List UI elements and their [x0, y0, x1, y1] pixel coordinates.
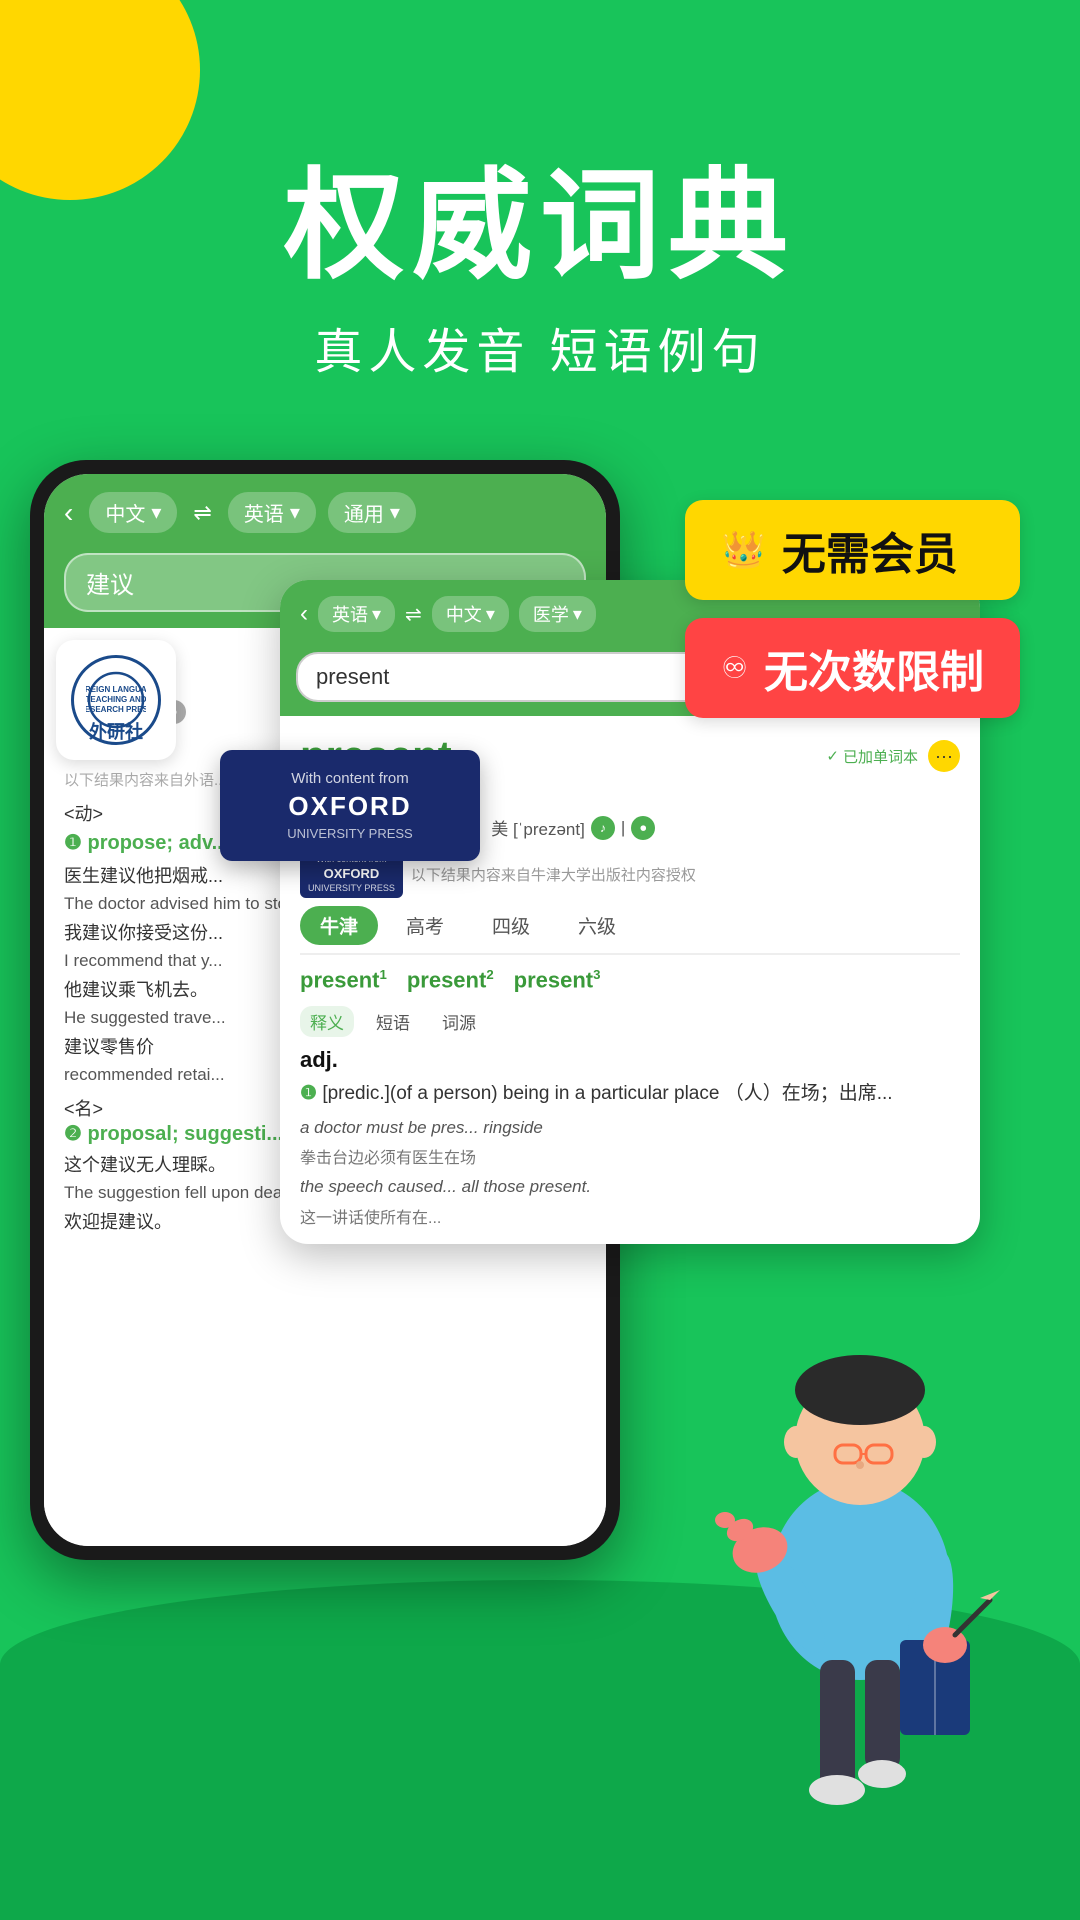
card-sub-tabs: 释义 短语 词源	[300, 1006, 960, 1037]
character-svg	[660, 1260, 1060, 1860]
hero-title: 权威词典	[0, 160, 1080, 292]
badge-no-member-text: 无需会员	[782, 518, 958, 582]
oxford-card-line1: With content from	[244, 770, 456, 787]
tab-cet4[interactable]: 四级	[472, 906, 550, 945]
card-examples: a doctor must be pres... ringside 拳击台边必须…	[300, 1115, 960, 1228]
nav-switch-icon-2[interactable]: ⇌	[405, 602, 422, 627]
meaning-1[interactable]: present1	[300, 967, 387, 993]
nav-chinese-1[interactable]: 中文 ▾	[89, 492, 177, 533]
svg-text:TEACHING AND: TEACHING AND	[86, 695, 146, 704]
sub-tab-phrase[interactable]: 短语	[366, 1006, 420, 1037]
badges-container: 👑 无需会员 ♾ 无次数限制	[685, 500, 1020, 718]
character-illustration	[660, 1260, 1060, 1860]
example-cn-1: 拳击台边必须有医生在场	[300, 1144, 960, 1168]
hero-section: 权威词典 真人发音 短语例句	[0, 160, 1080, 382]
nav-chinese-2[interactable]: 中文 ▾	[432, 596, 509, 632]
card-tabs: 牛津 高考 四级 六级	[300, 906, 960, 955]
card-pos: adj.	[300, 1047, 960, 1073]
nav-medical-2[interactable]: 医学 ▾	[519, 596, 596, 632]
nav-english-1[interactable]: 英语 ▾	[228, 492, 316, 533]
nav-mode-1[interactable]: 通用 ▾	[328, 492, 416, 533]
wgy-logo: FOREIGN LANGUAGE TEACHING AND RESEARCH P…	[56, 640, 176, 760]
example-en-2: the speech caused... all those present.	[300, 1174, 960, 1200]
oxford-note: 以下结果内容来自牛津大学出版社内容授权	[411, 864, 696, 885]
card-meanings: present1 present2 present3	[300, 967, 960, 993]
sub-tab-etymology[interactable]: 词源	[432, 1006, 486, 1037]
meaning-2[interactable]: present2	[407, 967, 494, 993]
tab-cet6[interactable]: 六级	[558, 906, 636, 945]
infinity-icon: ♾	[721, 651, 748, 686]
nav-english-2[interactable]: 英语 ▾	[318, 596, 395, 632]
crown-icon: 👑	[721, 529, 766, 571]
tab-gaokao[interactable]: 高考	[386, 906, 464, 945]
us-record-icon[interactable]: ⏺	[631, 816, 655, 840]
wgy-text: 外研社	[89, 718, 143, 744]
phone-nav-1: ‹ 中文 ▾ ⇌ 英语 ▾ 通用 ▾	[44, 474, 606, 545]
wgy-logo-inner: FOREIGN LANGUAGE TEACHING AND RESEARCH P…	[71, 655, 161, 745]
back-icon-2[interactable]: ‹	[300, 600, 308, 628]
hero-subtitle: 真人发音 短语例句	[0, 312, 1080, 382]
svg-text:FOREIGN LANGUAGE: FOREIGN LANGUAGE	[86, 685, 146, 694]
svg-text:RESEARCH PRESS: RESEARCH PRESS	[86, 705, 146, 714]
oxford-card-sub: UNIVERSITY PRESS	[244, 826, 456, 841]
oxford-card-title: OXFORD	[244, 791, 456, 822]
word-actions: ✓ 已加单词本 ···	[826, 740, 960, 772]
meaning-3[interactable]: present3	[514, 967, 601, 993]
back-icon-1[interactable]: ‹	[64, 497, 73, 529]
nav-switch-icon-1[interactable]: ⇌	[193, 500, 211, 526]
us-sound-icon[interactable]: ♪	[591, 816, 615, 840]
more-button[interactable]: ···	[928, 740, 960, 772]
oxford-press-card: With content from OXFORD UNIVERSITY PRES…	[220, 750, 480, 861]
badge-unlimited[interactable]: ♾ 无次数限制	[685, 618, 1020, 718]
badge-no-member[interactable]: 👑 无需会员	[685, 500, 1020, 600]
card-def-1: ❶ [predic.](of a person) being in a part…	[300, 1079, 960, 1109]
tab-oxford[interactable]: 牛津	[300, 906, 378, 945]
example-cn-2: 这一讲话使所有在...	[300, 1204, 960, 1228]
saved-badge: ✓ 已加单词本	[826, 746, 918, 767]
example-en-1: a doctor must be pres... ringside	[300, 1115, 960, 1141]
sub-tab-meaning[interactable]: 释义	[300, 1006, 354, 1037]
badge-unlimited-text: 无次数限制	[764, 636, 984, 700]
